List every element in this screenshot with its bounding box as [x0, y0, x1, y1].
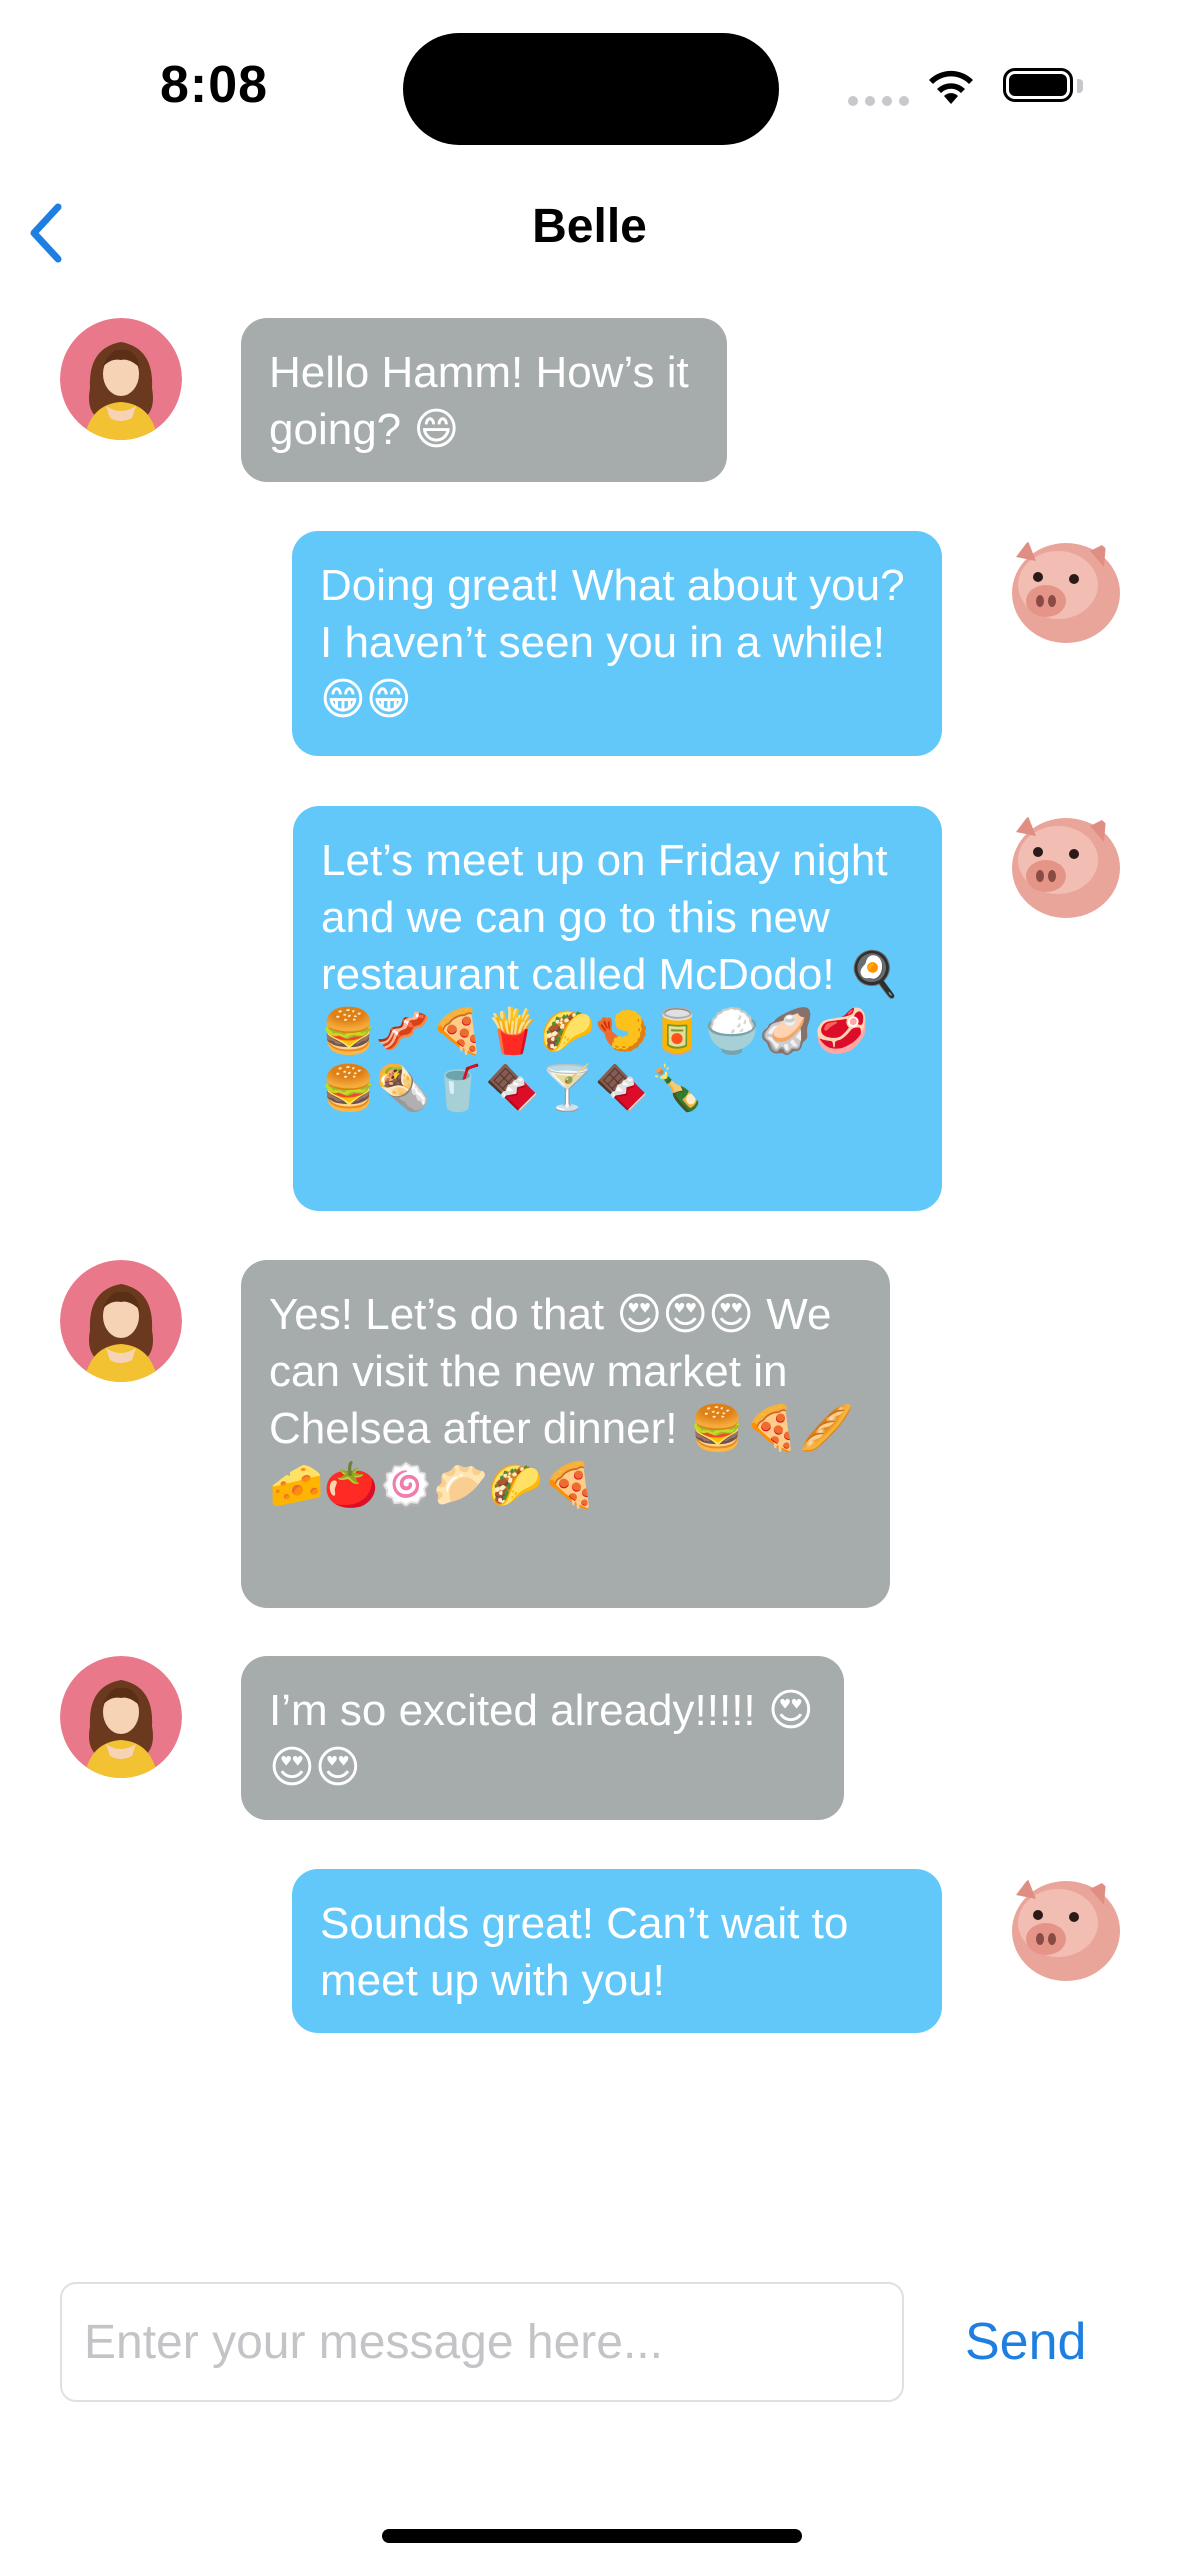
nav-bar: Belle	[0, 175, 1179, 285]
cellular-signal-icon	[848, 96, 910, 106]
status-time: 8:08	[160, 56, 269, 114]
avatar-hamm	[1002, 531, 1124, 653]
avatar-belle	[60, 318, 182, 440]
dynamic-island	[403, 33, 779, 145]
wifi-icon	[929, 70, 973, 104]
message-bubble-incoming[interactable]: Yes! Let’s do that 😍😍😍 We can visit the …	[241, 1260, 890, 1608]
message-bubble-outgoing[interactable]: Sounds great! Can’t wait to meet up with…	[292, 1869, 942, 2033]
message-bubble-incoming[interactable]: Hello Hamm! How’s it going? 😄	[241, 318, 727, 482]
battery-icon	[1003, 68, 1085, 106]
page-title: Belle	[532, 200, 647, 253]
avatar-belle	[60, 1260, 182, 1382]
message-input[interactable]	[60, 2282, 904, 2402]
avatar-hamm	[1002, 1869, 1124, 1991]
message-bubble-incoming[interactable]: I’m so excited already!!!!! 😍😍😍	[241, 1656, 844, 1820]
message-bubble-outgoing[interactable]: Doing great! What about you? I haven’t s…	[292, 531, 942, 756]
status-bar: 8:08	[0, 0, 1179, 175]
avatar-hamm	[1002, 806, 1124, 928]
message-bubble-outgoing[interactable]: Let’s meet up on Friday night and we can…	[293, 806, 942, 1211]
avatar-belle	[60, 1656, 182, 1778]
send-button[interactable]: Send	[965, 2312, 1086, 2372]
home-indicator	[382, 2529, 802, 2543]
